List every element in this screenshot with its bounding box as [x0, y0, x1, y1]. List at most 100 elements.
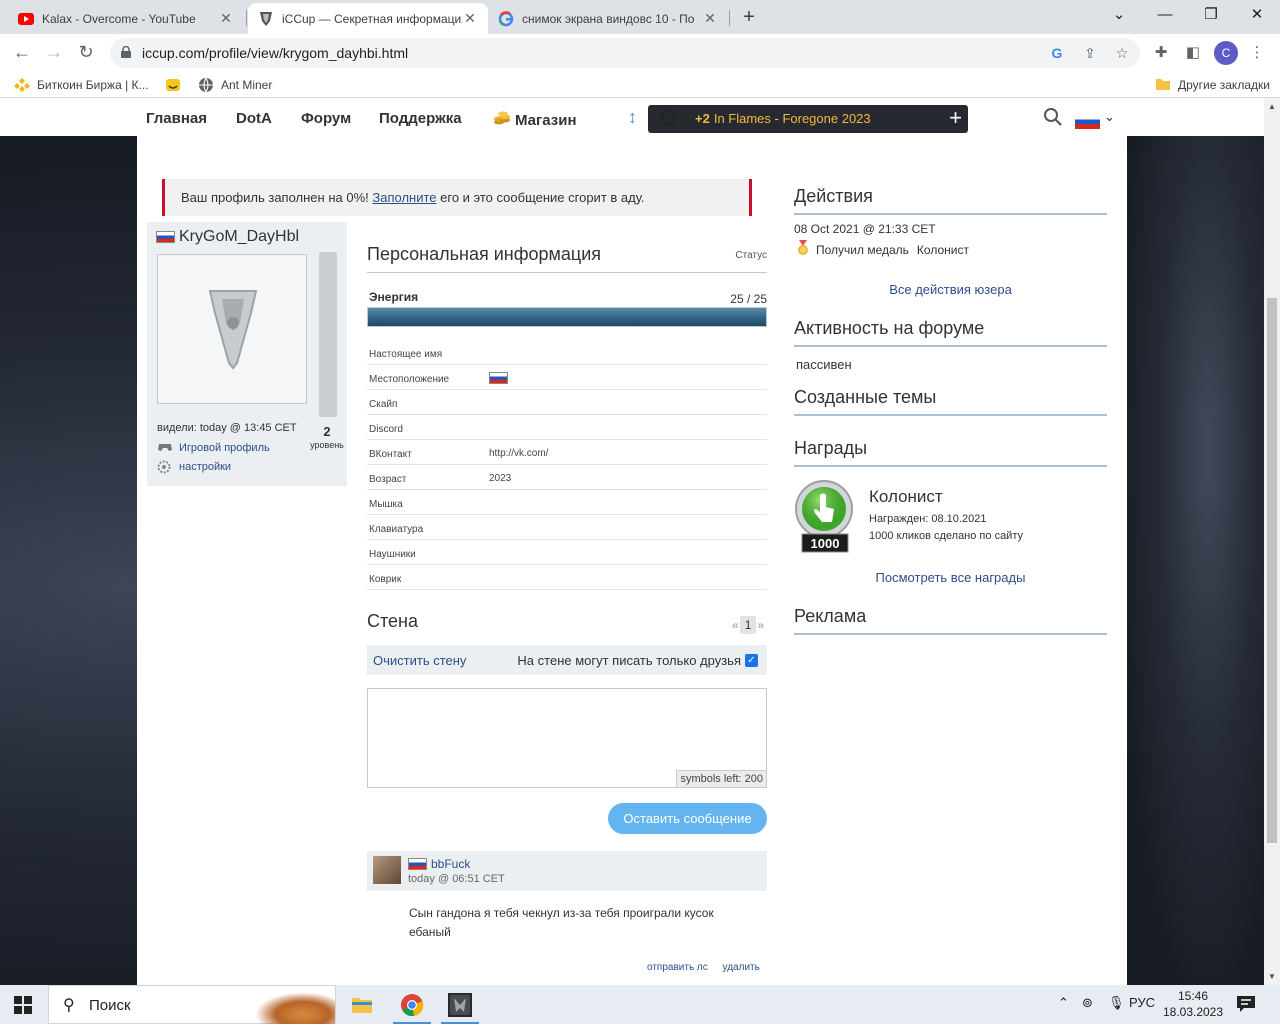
- profile-avatar[interactable]: C: [1214, 41, 1238, 65]
- bookmark-star-icon[interactable]: ☆: [1112, 43, 1132, 63]
- pager-next[interactable]: »: [757, 618, 764, 632]
- url-text: iccup.com/profile/view/krygom_dayhbi.htm…: [142, 45, 409, 61]
- language-flag-icon[interactable]: [1075, 115, 1100, 132]
- bookmark-label: Ant Miner: [221, 78, 273, 92]
- personal-info-table: Настоящее имя Местоположение Скайп Disco…: [367, 340, 767, 590]
- tab-iccup[interactable]: iCCup — Секретная информация ✕: [248, 3, 488, 34]
- tab-strip: Kalax - Overcome - YouTube ✕ iCCup — Сек…: [0, 0, 1280, 34]
- post-message-button[interactable]: Оставить сообщение: [608, 803, 767, 834]
- tab-divider: [729, 10, 730, 26]
- nav-dota[interactable]: DotA: [236, 110, 272, 127]
- info-row-vk: ВКонтакт http://vk.com/: [367, 440, 767, 465]
- last-seen: видели: today @ 13:45 CET: [157, 422, 297, 434]
- stream-widget[interactable]: 🐵 +2 In Flames - Foregone 2023 +: [648, 105, 968, 133]
- expand-arrows-icon[interactable]: ↕: [628, 107, 637, 128]
- all-awards-link[interactable]: Посмотреть все награды: [794, 570, 1107, 585]
- energy-value: 25 / 25: [730, 292, 767, 306]
- new-tab-button[interactable]: +: [737, 6, 761, 30]
- address-bar[interactable]: iccup.com/profile/view/krygom_dayhbi.htm…: [110, 38, 1140, 68]
- close-tab-icon[interactable]: ✕: [462, 10, 478, 27]
- game-app-icon[interactable]: [437, 985, 483, 1024]
- settings-link[interactable]: настройки: [157, 460, 231, 474]
- tab-google[interactable]: снимок экрана виндовс 10 - По ✕: [488, 3, 728, 34]
- microphone-icon[interactable]: 🎙: [1108, 995, 1125, 1011]
- info-key: Возраст: [369, 474, 407, 485]
- divider: [794, 633, 1107, 635]
- wall-comment-header: bbFuck today @ 06:51 CET: [367, 851, 767, 891]
- search-icon[interactable]: [1043, 107, 1063, 130]
- side-panel-icon[interactable]: ◧: [1182, 42, 1204, 64]
- commenter-avatar[interactable]: [373, 856, 401, 884]
- level-label: уровень: [310, 440, 344, 450]
- page-viewport: Главная DotA Форум Поддержка Магазин ↕ 🐵…: [0, 98, 1264, 985]
- award-colonist-icon[interactable]: 1000: [794, 479, 856, 555]
- commenter-name[interactable]: bbFuck: [408, 857, 470, 871]
- language-indicator[interactable]: РУС: [1129, 995, 1155, 1010]
- reload-button[interactable]: ↻: [73, 41, 99, 65]
- stream-add-button[interactable]: +: [949, 106, 962, 130]
- energy-label: Энергия: [369, 290, 419, 304]
- youtube-icon: [18, 11, 34, 27]
- send-pm-link[interactable]: отправить лс: [647, 962, 708, 973]
- bookmark-smiley[interactable]: [165, 77, 188, 93]
- coins-icon: [493, 110, 511, 130]
- restore-button[interactable]: ❐: [1188, 0, 1234, 32]
- clear-wall-link[interactable]: Очистить стену: [373, 653, 466, 668]
- alert-text-before: Ваш профиль заполнен на 0%!: [181, 190, 373, 205]
- russia-flag-icon: [156, 231, 175, 243]
- page-scrollbar[interactable]: ▲ ▼: [1264, 98, 1280, 985]
- close-tab-icon[interactable]: ✕: [702, 10, 718, 27]
- nav-forum[interactable]: Форум: [301, 110, 351, 127]
- google-translate-icon[interactable]: G: [1047, 43, 1067, 63]
- scroll-up-arrow-icon[interactable]: ▲: [1268, 102, 1276, 111]
- other-bookmarks[interactable]: Другие закладки: [1155, 77, 1270, 93]
- minimize-button[interactable]: —: [1142, 0, 1188, 32]
- profile-username: KryGoM_DayHbl: [156, 228, 299, 246]
- taskbar-clock[interactable]: 15:46 18.03.2023: [1160, 988, 1226, 1020]
- info-key: Местоположение: [369, 374, 450, 385]
- folder-icon: [1155, 77, 1171, 93]
- close-tab-icon[interactable]: ✕: [218, 10, 234, 27]
- nav-shop[interactable]: Магазин: [493, 110, 577, 130]
- nav-home[interactable]: Главная: [146, 110, 207, 127]
- taskbar-search[interactable]: ⚲ Поиск: [48, 985, 336, 1024]
- globe-icon: [198, 77, 214, 93]
- extensions-icon[interactable]: ✚: [1150, 42, 1172, 64]
- chevron-down-icon[interactable]: ⌄: [1104, 109, 1115, 125]
- windows-start-icon[interactable]: [14, 996, 32, 1014]
- share-icon[interactable]: ⇪: [1080, 43, 1100, 63]
- menu-icon[interactable]: ⋮: [1246, 42, 1268, 64]
- action-medal-name: Колонист: [916, 242, 969, 257]
- forward-button[interactable]: →: [41, 41, 67, 65]
- pager-page[interactable]: 1: [739, 616, 757, 634]
- award-badge-count: 1000: [810, 536, 840, 551]
- nav-support[interactable]: Поддержка: [379, 110, 462, 127]
- chrome-icon[interactable]: [389, 985, 435, 1024]
- delete-comment-link[interactable]: удалить: [723, 962, 760, 973]
- scroll-down-arrow-icon[interactable]: ▼: [1268, 972, 1276, 981]
- close-window-button[interactable]: ✕: [1234, 0, 1280, 32]
- tab-youtube[interactable]: Kalax - Overcome - YouTube ✕: [8, 3, 244, 34]
- network-icon[interactable]: ⊚: [1082, 995, 1093, 1011]
- bookmark-binance[interactable]: Биткоин Биржа | К...: [14, 77, 149, 93]
- tray-chevron-up-icon[interactable]: ⌃: [1058, 995, 1069, 1011]
- alert-fill-link[interactable]: Заполните: [372, 190, 436, 205]
- game-profile-link[interactable]: Игровой профиль: [157, 441, 270, 455]
- file-explorer-icon[interactable]: [339, 985, 385, 1024]
- comment-actions: отправить лс удалить: [647, 962, 760, 973]
- all-actions-link[interactable]: Все действия юзера: [794, 282, 1107, 297]
- pager-prev[interactable]: «: [732, 618, 739, 632]
- scrollbar-thumb[interactable]: [1267, 298, 1277, 843]
- google-icon: [498, 10, 514, 27]
- info-value[interactable]: http://vk.com/: [489, 448, 548, 459]
- bookmark-ant-miner[interactable]: Ant Miner: [198, 77, 272, 93]
- gear-icon: [157, 460, 171, 474]
- wall-message-input[interactable]: symbols left: 200: [367, 688, 767, 788]
- tab-search-icon[interactable]: ⌄: [1096, 0, 1142, 32]
- action-item: Получил медаль Колонист: [796, 240, 969, 259]
- back-button[interactable]: ←: [9, 41, 35, 65]
- friends-only-checkbox[interactable]: ✓: [745, 654, 758, 667]
- notifications-icon[interactable]: [1236, 995, 1256, 1013]
- divider: [794, 345, 1107, 347]
- divider: [794, 213, 1107, 215]
